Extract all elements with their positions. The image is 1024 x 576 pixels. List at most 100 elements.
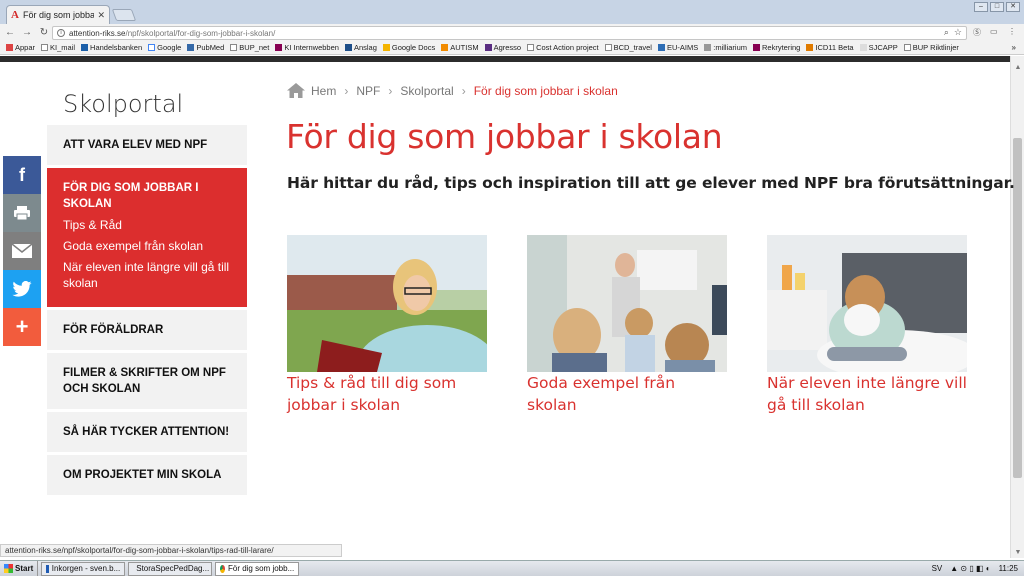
google-icon [148, 44, 156, 51]
card-nar-eleven[interactable]: När eleven inte längre vill gå till skol… [767, 235, 967, 416]
sidebar-item-for-dig-som-jobbar[interactable]: FÖR DIG SOM JOBBAR I SKOLAN Tips & Råd G… [47, 168, 247, 307]
bookmark-item[interactable]: EU-AIMS [657, 43, 698, 52]
bookmark-item[interactable]: BCD_travel [604, 43, 652, 52]
url-path: /npf/skolportal/for-dig-som-jobbar-i-sko… [125, 28, 276, 38]
sidebar-subitem-goda-exempel[interactable]: Goda exempel från skolan [63, 238, 231, 254]
bookmark-item[interactable]: Handelsbanken [81, 43, 142, 52]
email-share-button[interactable] [3, 232, 41, 270]
sidebar-item-for-foraldrar[interactable]: FÖR FÖRÄLDRAR [47, 310, 247, 350]
language-indicator[interactable]: SV [932, 564, 943, 573]
window-controls: – □ ✕ [974, 2, 1020, 12]
eu-aims-icon [657, 44, 665, 51]
outlook-icon [46, 564, 49, 573]
minimize-icon[interactable]: – [974, 2, 988, 12]
bookmark-item[interactable]: SJCAPP [859, 43, 898, 52]
ki-icon [753, 44, 760, 51]
clock[interactable]: 11:25 [999, 564, 1018, 573]
breadcrumb: Hem › NPF › Skolportal › För dig som job… [287, 83, 618, 98]
sidebar-subitem-tips-rad[interactable]: Tips & Råd [63, 217, 231, 233]
scroll-down-icon[interactable]: ▼ [1011, 549, 1024, 556]
card-goda-exempel[interactable]: Goda exempel från skolan [527, 235, 727, 416]
twitter-share-button[interactable] [3, 270, 41, 308]
card-image-teacher-reading[interactable] [287, 235, 487, 372]
address-bar[interactable]: i attention-riks.se/npf/skolportal/for-d… [52, 26, 967, 40]
tray-icons[interactable]: ▲ ⊙ ▯ ◧ ◐ [950, 564, 990, 573]
bookmarks-bar: Appar KI_mail Handelsbanken Google PubMe… [0, 41, 1024, 55]
bookmark-item[interactable]: Anslag [344, 43, 377, 52]
ki-icon [275, 44, 283, 51]
bookmark-item[interactable]: Google Docs [382, 43, 435, 52]
bookmark-item[interactable]: ICD11 Beta [806, 43, 854, 52]
breadcrumb-item-hem[interactable]: Hem [311, 84, 336, 98]
new-tab-button[interactable] [111, 9, 137, 21]
card-caption[interactable]: När eleven inte längre vill gå till skol… [767, 374, 967, 414]
sidebar-item-om-projektet[interactable]: OM PROJEKTET MIN SKOLA [47, 455, 247, 495]
card-image-child-on-bed[interactable] [767, 235, 967, 372]
sidebar-item-filmer-skrifter[interactable]: FILMER & SKRIFTER OM NPF OCH SKOLAN [47, 353, 247, 409]
windows-taskbar: Start Inkorgen - sven.b... StoraSpecPedD… [0, 560, 1024, 576]
bookmark-item[interactable]: BUP_net [230, 43, 269, 52]
menu-icon[interactable]: ⋮ [1008, 27, 1016, 36]
taskbar-item-chrome[interactable]: För dig som jobb... [215, 561, 300, 576]
sidebar-heading: Skolportal [63, 90, 184, 118]
apps-icon [6, 44, 13, 51]
card-caption[interactable]: Goda exempel från skolan [527, 374, 675, 414]
facebook-share-button[interactable]: f [3, 156, 41, 194]
breadcrumb-item-npf[interactable]: NPF [356, 84, 380, 98]
home-icon[interactable] [287, 83, 305, 98]
sidebar-item-att-vara-elev[interactable]: ATT VARA ELEV MED NPF [47, 125, 247, 165]
tab-title: För dig som jobbar i [22, 10, 95, 20]
forward-icon[interactable]: → [20, 27, 34, 38]
card-image-classroom[interactable] [527, 235, 727, 372]
browser-tabstrip: A För dig som jobbar i ✕ – □ ✕ [0, 0, 1024, 24]
bookmark-item[interactable]: PubMed [187, 43, 224, 52]
zoom-search-icon[interactable]: ⌕ [944, 27, 949, 38]
info-icon[interactable]: i [57, 29, 65, 37]
bookmarks-more-button[interactable]: » [1012, 43, 1016, 52]
scroll-up-icon[interactable]: ▲ [1011, 64, 1024, 71]
system-tray: SV ▲ ⊙ ▯ ◧ ◐ 11:25 [932, 564, 1018, 573]
bookmark-item[interactable]: Appar [6, 43, 35, 52]
more-share-button[interactable]: + [3, 308, 41, 346]
chevron-right-icon: › [461, 83, 466, 98]
reload-icon[interactable]: ↻ [37, 27, 51, 38]
taskbar-item-outlook[interactable]: Inkorgen - sven.b... [41, 561, 126, 576]
bookmark-item[interactable]: KI_mail [41, 43, 75, 52]
bookmark-star-icon[interactable]: ☆ [954, 27, 962, 38]
google-drive-icon [382, 44, 390, 51]
facebook-icon: f [19, 164, 25, 185]
bookmark-item[interactable]: :milliarium [704, 43, 747, 52]
sidebar-item-label[interactable]: FÖR DIG SOM JOBBAR I SKOLAN [63, 182, 198, 210]
breadcrumb-item-skolportal[interactable]: Skolportal [400, 84, 453, 98]
skype-extension-icon[interactable]: Ⓢ [973, 27, 981, 38]
chevron-right-icon: › [388, 83, 393, 98]
browser-tab-active[interactable]: A För dig som jobbar i ✕ [6, 5, 110, 24]
vertical-scrollbar[interactable]: ▲ ▼ [1010, 56, 1024, 558]
bookmark-item[interactable]: AUTISM [441, 43, 479, 52]
milliarium-icon [704, 44, 712, 51]
card-caption[interactable]: Tips & råd till dig som jobbar i skolan [287, 374, 456, 414]
bookmark-item[interactable]: KI Internwebben [275, 43, 339, 52]
bookmark-item[interactable]: Google [148, 43, 181, 52]
close-tab-icon[interactable]: ✕ [97, 10, 105, 21]
sidebar-item-sa-har-tycker[interactable]: SÅ HÄR TYCKER ATTENTION! [47, 412, 247, 452]
start-button[interactable]: Start [0, 560, 39, 576]
back-icon[interactable]: ← [3, 27, 17, 38]
bookmark-item[interactable]: Rekrytering [753, 43, 800, 52]
extension-icon[interactable]: ▭ [990, 27, 998, 36]
sidebar-subitem-nar-eleven[interactable]: När eleven inte längre vill gå till skol… [63, 259, 231, 291]
chevron-right-icon: › [344, 83, 349, 98]
bookmark-item[interactable]: BUP Riktlinjer [903, 43, 959, 52]
bookmark-item[interactable]: Agresso [484, 43, 521, 52]
page-lead: Här hittar du råd, tips och inspiration … [287, 174, 1015, 192]
attention-favicon-icon: A [11, 9, 19, 21]
close-window-icon[interactable]: ✕ [1006, 2, 1020, 12]
print-button[interactable] [3, 194, 41, 232]
page-content: Skolportal ATT VARA ELEV MED NPF FÖR DIG… [0, 62, 1015, 544]
taskbar-item-powerpoint[interactable]: StoraSpecPedDag... [128, 561, 213, 576]
card-tips-rad[interactable]: Tips & råd till dig som jobbar i skolan [287, 235, 487, 416]
bookmark-item[interactable]: Cost Action project [527, 43, 599, 52]
print-icon [14, 206, 30, 221]
sjcapp-icon [859, 44, 867, 51]
maximize-icon[interactable]: □ [990, 2, 1004, 12]
